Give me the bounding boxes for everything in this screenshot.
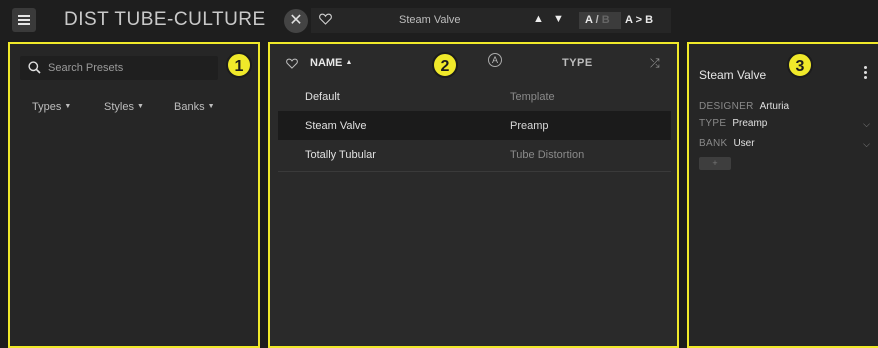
type-row[interactable]: TYPE Preamp (699, 118, 869, 129)
name-column-header[interactable]: NAME ▲ (310, 57, 352, 69)
app-title: DIST TUBE-CULTURE (64, 9, 266, 30)
more-options-icon[interactable] (864, 66, 868, 80)
preset-row-name: Steam Valve (305, 120, 367, 132)
bank-value: User (733, 138, 755, 149)
type-label: TYPE (699, 118, 727, 129)
preset-list-panel: NAME ▲ A TYPE ⤮ 2 Default Template Steam… (268, 42, 679, 348)
hamburger-menu-icon[interactable] (12, 8, 36, 32)
filter-panel: 1 Types▼ Styles▼ Banks▼ (8, 42, 260, 348)
designer-value[interactable]: Arturia (760, 101, 789, 112)
preset-row-type: Preamp (510, 120, 549, 132)
callout-marker-2: 2 (432, 52, 458, 78)
preset-row-type: Template (510, 91, 555, 103)
next-preset-button[interactable]: ▼ (553, 13, 564, 25)
ab-b-label: B (601, 14, 610, 26)
preset-row[interactable]: Default Template (278, 82, 671, 111)
preset-bar[interactable]: Steam Valve ▲ ▼ A / B A > B (311, 8, 671, 33)
styles-filter[interactable]: Styles ▼ (104, 101, 144, 113)
sort-ascending-icon: ▲ (345, 59, 353, 66)
copy-a-to-b-button[interactable]: A > B (625, 12, 653, 29)
current-preset-name[interactable]: Steam Valve (399, 14, 461, 26)
search-icon (28, 61, 41, 79)
chevron-down-icon[interactable]: ⌵ (863, 139, 870, 150)
preset-row-name: Default (305, 91, 340, 103)
bank-row[interactable]: BANK User (699, 138, 869, 149)
list-divider (278, 171, 671, 172)
callout-marker-3: 3 (787, 52, 813, 78)
caret-down-icon: ▼ (136, 103, 144, 110)
types-filter[interactable]: Types ▼ (32, 101, 71, 113)
previous-preset-button[interactable]: ▲ (533, 13, 544, 25)
bank-label: BANK (699, 138, 728, 149)
add-tag-button[interactable]: + (699, 157, 731, 170)
ab-slash: / (595, 14, 599, 26)
type-value: Preamp (732, 118, 768, 129)
close-browser-button[interactable]: ✕ (284, 9, 308, 33)
callout-marker-1: 1 (226, 52, 252, 78)
ab-toggle[interactable]: A / B (579, 12, 621, 29)
search-input[interactable] (48, 60, 208, 76)
banks-filter-label: Banks (174, 101, 205, 113)
preset-list: Default Template Steam Valve Preamp Tota… (278, 82, 671, 169)
styles-filter-label: Styles (104, 101, 134, 113)
banks-filter[interactable]: Banks ▼ (174, 101, 215, 113)
name-column-label: NAME (310, 57, 343, 69)
list-header: NAME ▲ A TYPE ⤮ (270, 44, 677, 78)
search-box[interactable] (20, 56, 218, 80)
preset-info-title: Steam Valve (699, 68, 767, 82)
arturia-filter-icon[interactable]: A (488, 53, 502, 67)
preset-info-panel: Steam Valve 3 DESIGNER Arturia TYPE Preamp… (687, 42, 878, 348)
types-filter-label: Types (32, 101, 62, 113)
shuffle-icon[interactable]: ⤮ (650, 56, 660, 71)
top-bar: DIST TUBE-CULTURE ✕ Steam Valve ▲ ▼ A / … (0, 0, 878, 40)
heart-icon[interactable] (319, 12, 332, 30)
caret-down-icon: ▼ (207, 103, 215, 110)
designer-row: DESIGNER Arturia (699, 101, 869, 112)
type-column-header[interactable]: TYPE (562, 57, 593, 69)
ab-a-label: A (585, 14, 593, 26)
preset-row-name: Totally Tubular (305, 149, 376, 161)
caret-down-icon: ▼ (64, 103, 72, 110)
preset-row-selected[interactable]: Steam Valve Preamp (278, 111, 671, 140)
designer-label: DESIGNER (699, 101, 754, 112)
chevron-down-icon[interactable]: ⌵ (863, 119, 870, 130)
preset-row[interactable]: Totally Tubular Tube Distortion (278, 140, 671, 169)
preset-row-type: Tube Distortion (510, 149, 585, 161)
favorite-filter-icon[interactable] (286, 56, 298, 74)
